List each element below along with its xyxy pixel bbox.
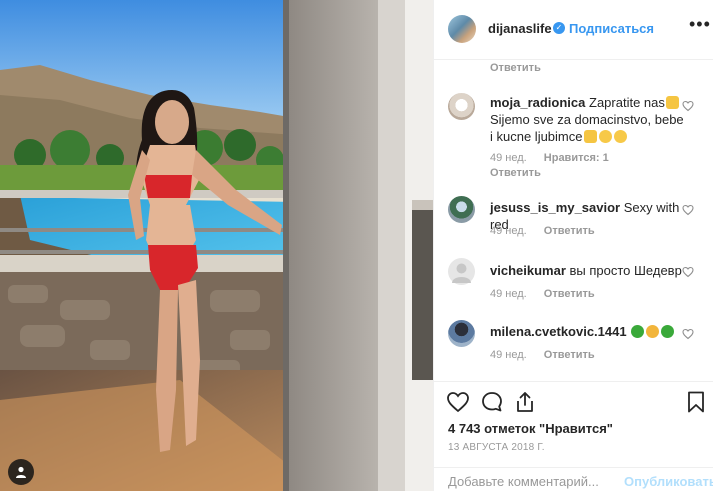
publish-button[interactable]: Опубликовать xyxy=(624,474,713,489)
comment-text-line1: Zapratite nas xyxy=(589,95,665,110)
default-avatar-icon xyxy=(452,263,471,283)
post-actions: 4 743 отметок "Нравится" 13 АВГУСТА 2018… xyxy=(434,381,713,492)
comment-age: 49 нед. xyxy=(490,152,527,164)
comment-meta: 49 нед. Ответить xyxy=(490,288,609,300)
comment-icon[interactable] xyxy=(480,390,504,414)
heart-icon[interactable] xyxy=(682,204,694,216)
commenter-avatar[interactable] xyxy=(448,196,475,223)
commenter-username[interactable]: milena.cvetkovic.1441 xyxy=(490,324,627,339)
comment-age: 49 нед. xyxy=(490,225,527,237)
post-sidebar: dijanaslife ✓ • Подписаться ••• Ответить… xyxy=(433,0,713,491)
likes-count[interactable]: 4 743 отметок "Нравится" xyxy=(448,421,613,436)
user-tag-icon[interactable] xyxy=(8,459,34,485)
comments-list[interactable]: Ответить moja_radionica Zapratite nas Si… xyxy=(434,60,713,380)
commenter-avatar[interactable] xyxy=(448,320,475,347)
reply-button[interactable]: Ответить xyxy=(544,288,595,300)
post-header: dijanaslife ✓ • Подписаться ••• xyxy=(434,0,713,60)
comment-age: 49 нед. xyxy=(490,349,527,361)
add-comment-bar: Опубликовать xyxy=(434,467,713,493)
reply-button[interactable]: Ответить xyxy=(490,62,541,74)
commenter-avatar[interactable] xyxy=(448,258,475,285)
four-leaf-clover-icon xyxy=(661,325,675,338)
heart-icon[interactable] xyxy=(446,390,470,414)
heart-icon[interactable] xyxy=(682,266,694,278)
commenter-username[interactable]: vicheikumar xyxy=(490,263,566,278)
comment-text: vicheikumar вы просто Шедевр xyxy=(490,262,686,279)
comment-meta: 49 нед. Нравится: 1 xyxy=(490,152,623,164)
bookmark-icon[interactable] xyxy=(684,390,708,414)
post-date[interactable]: 13 АВГУСТА 2018 Г. xyxy=(448,442,545,453)
reply-button[interactable]: Ответить xyxy=(544,349,595,361)
more-options-icon[interactable]: ••• xyxy=(689,14,711,35)
comment-reply[interactable]: Ответить xyxy=(490,167,555,179)
comment-text: milena.cvetkovic.1441 xyxy=(490,323,686,340)
grinning-face-icon xyxy=(613,130,627,143)
grinning-face-icon xyxy=(598,130,612,143)
comment-meta: 49 нед. Ответить xyxy=(490,349,609,361)
thumbs-up-icon xyxy=(665,96,679,109)
four-leaf-clover-icon xyxy=(631,325,645,338)
photo-illustration xyxy=(0,0,433,491)
reply-button[interactable]: Ответить xyxy=(490,167,541,179)
comment-age: 49 нед. xyxy=(490,288,527,300)
thumbs-up-icon xyxy=(583,130,597,143)
comment-body: вы просто Шедевр xyxy=(569,263,682,278)
star-struck-icon xyxy=(646,325,660,338)
comment-text: moja_radionica Zapratite nas Sijemo sve … xyxy=(490,94,686,145)
heart-icon[interactable] xyxy=(682,328,694,340)
author-username[interactable]: dijanaslife xyxy=(488,21,552,36)
author-avatar[interactable] xyxy=(448,15,476,43)
comment-likes[interactable]: Нравится: 1 xyxy=(544,152,609,164)
share-icon[interactable] xyxy=(513,390,537,414)
commenter-username[interactable]: jesuss_is_my_savior xyxy=(490,200,620,215)
verified-badge-icon: ✓ xyxy=(553,22,565,34)
reply-button[interactable]: Ответить xyxy=(544,225,595,237)
commenter-username[interactable]: moja_radionica xyxy=(490,95,585,110)
commenter-avatar[interactable] xyxy=(448,93,475,120)
follow-button[interactable]: Подписаться xyxy=(569,21,654,36)
comment-meta: 49 нед. Ответить xyxy=(490,225,609,237)
post-photo[interactable] xyxy=(0,0,433,491)
comment-input[interactable] xyxy=(448,474,618,489)
heart-icon[interactable] xyxy=(682,100,694,112)
